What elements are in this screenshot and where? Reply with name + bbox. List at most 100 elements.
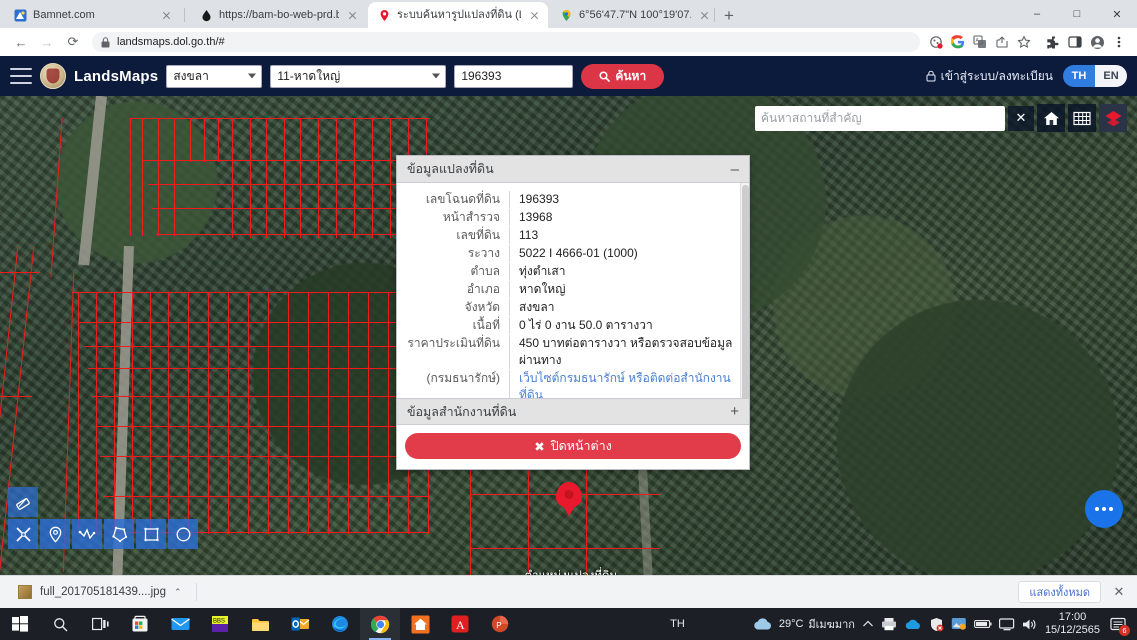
edge-browser[interactable] — [320, 608, 360, 640]
outlook-app[interactable] — [280, 608, 320, 640]
close-downloads-bar-button[interactable]: ✕ — [1111, 584, 1127, 600]
layers-button[interactable] — [1099, 104, 1127, 132]
district-select[interactable]: 11-หาดใหญ่ — [270, 64, 447, 88]
acrobat-app[interactable]: A — [440, 608, 480, 640]
lang-en-button[interactable]: EN — [1095, 65, 1127, 87]
forward-button[interactable]: → — [34, 30, 60, 54]
search-button[interactable] — [40, 608, 80, 640]
puzzle-extensions-icon[interactable] — [1043, 32, 1063, 52]
onedrive-icon[interactable] — [904, 618, 922, 630]
home-extent-button[interactable] — [1037, 104, 1065, 132]
parcel-number-value: 196393 — [461, 69, 502, 83]
address-bar[interactable]: landsmaps.dol.go.th/# — [92, 32, 920, 52]
volume-icon[interactable] — [1022, 618, 1038, 631]
maximize-button[interactable]: □ — [1057, 0, 1097, 28]
hamburger-icon[interactable] — [10, 68, 32, 84]
chevron-up-icon[interactable]: ⌃ — [174, 587, 182, 598]
photos-icon[interactable] — [951, 617, 967, 631]
field-key: อำเภอ — [466, 282, 500, 296]
grid-icon — [1073, 111, 1091, 126]
province-select[interactable]: สงขลา — [166, 64, 263, 88]
tab-close-button[interactable] — [527, 8, 542, 23]
home-app[interactable] — [400, 608, 440, 640]
chrome-browser[interactable] — [360, 608, 400, 640]
back-button[interactable]: ← — [8, 30, 34, 54]
bookmark-star-icon[interactable] — [1014, 32, 1034, 52]
scrollbar-thumb[interactable] — [742, 185, 749, 398]
powerpoint-app[interactable]: P — [480, 608, 520, 640]
screen: Bamnet.com https://bam-bo-web-prd.bam.co… — [0, 0, 1137, 640]
clock-date: 15/12/2565 — [1044, 624, 1100, 636]
browser-tab-3[interactable]: 6°56'47.7"N 100°19'07.7"E - Goo — [550, 2, 718, 28]
mail-app[interactable] — [160, 608, 200, 640]
side-panel-icon[interactable] — [1065, 32, 1085, 52]
battery-icon[interactable] — [973, 619, 992, 629]
file-explorer[interactable] — [240, 608, 280, 640]
expand-icon[interactable]: + — [730, 404, 739, 419]
panel-scrollbar[interactable] — [740, 183, 749, 398]
input-language-indicator[interactable]: TH — [670, 618, 685, 630]
rectangle-tool[interactable] — [136, 519, 166, 549]
profile-avatar-icon[interactable] — [1087, 32, 1107, 52]
close-window-button[interactable]: ✖ ปิดหน้าต่าง — [405, 433, 741, 459]
store-app[interactable] — [120, 608, 160, 640]
chevron-up-icon[interactable] — [862, 619, 874, 629]
grid-index-button[interactable] — [1068, 104, 1096, 132]
notification-center-button[interactable]: 6 — [1107, 613, 1130, 636]
parcel-number-input[interactable]: 196393 — [454, 64, 574, 88]
svg-text:P: P — [496, 621, 501, 630]
point-tool[interactable] — [40, 519, 70, 549]
field-value: 5022 I 4666-01 (1000) — [509, 245, 749, 262]
bbs-app[interactable]: BBS — [200, 608, 240, 640]
tab-title: https://bam-bo-web-prd.bam.co — [219, 9, 339, 21]
land-office-section-title: ข้อมูลสำนักงานที่ดิน — [407, 404, 517, 419]
map-search-input[interactable]: ค้นหาสถานที่สำคัญ — [755, 105, 1005, 131]
minimize-button[interactable]: – — [1017, 0, 1057, 28]
tab-close-button[interactable] — [345, 8, 360, 23]
download-item[interactable]: full_201705181439....jpg ⌃ — [10, 580, 190, 604]
more-options-button[interactable] — [1085, 490, 1123, 528]
field-row: อำเภอ หาดใหญ่ — [397, 281, 749, 298]
lang-th-button[interactable]: TH — [1063, 65, 1095, 87]
browser-tab-2[interactable]: ระบบค้นหารูปแปลงที่ดิน (LandsMaps — [368, 2, 548, 28]
browser-tab-0[interactable]: Bamnet.com — [4, 2, 180, 28]
field-value: สงขลา — [509, 299, 749, 316]
new-tab-button[interactable]: + — [718, 4, 740, 26]
treasury-website-link[interactable]: เว็บไซต์กรมธนารักษ์ หรือติดต่อสำนักงานที… — [519, 371, 731, 398]
search-button[interactable]: ค้นหา — [581, 63, 665, 89]
eraser-tool[interactable] — [8, 487, 38, 517]
display-icon[interactable] — [998, 617, 1015, 631]
tab-close-button[interactable] — [159, 8, 174, 23]
weather-widget[interactable]: 29°C มีเมฆมาก — [752, 615, 855, 633]
land-office-section-header[interactable]: ข้อมูลสำนักงานที่ดิน + — [397, 398, 749, 425]
security-icon[interactable] — [929, 617, 944, 632]
panel-collapse-button[interactable]: – — [731, 162, 739, 177]
circle-tool[interactable] — [168, 519, 198, 549]
close-window-button[interactable]: ✕ — [1097, 0, 1137, 28]
browser-tab-1[interactable]: https://bam-bo-web-prd.bam.co — [190, 2, 366, 28]
login-button[interactable]: เข้าสู่ระบบ/ลงทะเบียน — [926, 67, 1053, 86]
browser-toolbar: ← → ⟳ landsmaps.dol.go.th/# A — [0, 28, 1137, 56]
chrome-menu-icon[interactable] — [1109, 32, 1129, 52]
measure-tool[interactable] — [8, 519, 38, 549]
show-all-downloads-button[interactable]: แสดงทั้งหมด — [1018, 581, 1101, 603]
powerpoint-icon: P — [491, 615, 509, 633]
printer-icon[interactable] — [881, 617, 897, 631]
polyline-tool[interactable] — [72, 519, 102, 549]
start-button[interactable] — [0, 608, 40, 640]
share-icon[interactable] — [992, 32, 1012, 52]
land-price-row-2: (กรมธนารักษ์) เว็บไซต์กรมธนารักษ์ หรือติ… — [397, 370, 749, 398]
field-row: เลขโฉนดที่ดิน 196393 — [397, 191, 749, 208]
extension-cookie-icon[interactable] — [926, 32, 946, 52]
translate-icon[interactable]: A — [970, 32, 990, 52]
map-search-clear-button[interactable]: ✕ — [1008, 105, 1034, 131]
google-icon[interactable] — [948, 32, 968, 52]
language-toggle[interactable]: TH EN — [1063, 65, 1127, 87]
parcel-location-marker[interactable] — [556, 482, 582, 516]
taskbar-clock[interactable]: 17:00 15/12/2565 — [1045, 611, 1100, 637]
tab-close-button[interactable] — [697, 8, 712, 23]
downloads-actions: แสดงทั้งหมด ✕ — [1018, 581, 1127, 603]
polygon-tool[interactable] — [104, 519, 134, 549]
reload-button[interactable]: ⟳ — [60, 30, 86, 54]
task-view-button[interactable] — [80, 608, 120, 640]
